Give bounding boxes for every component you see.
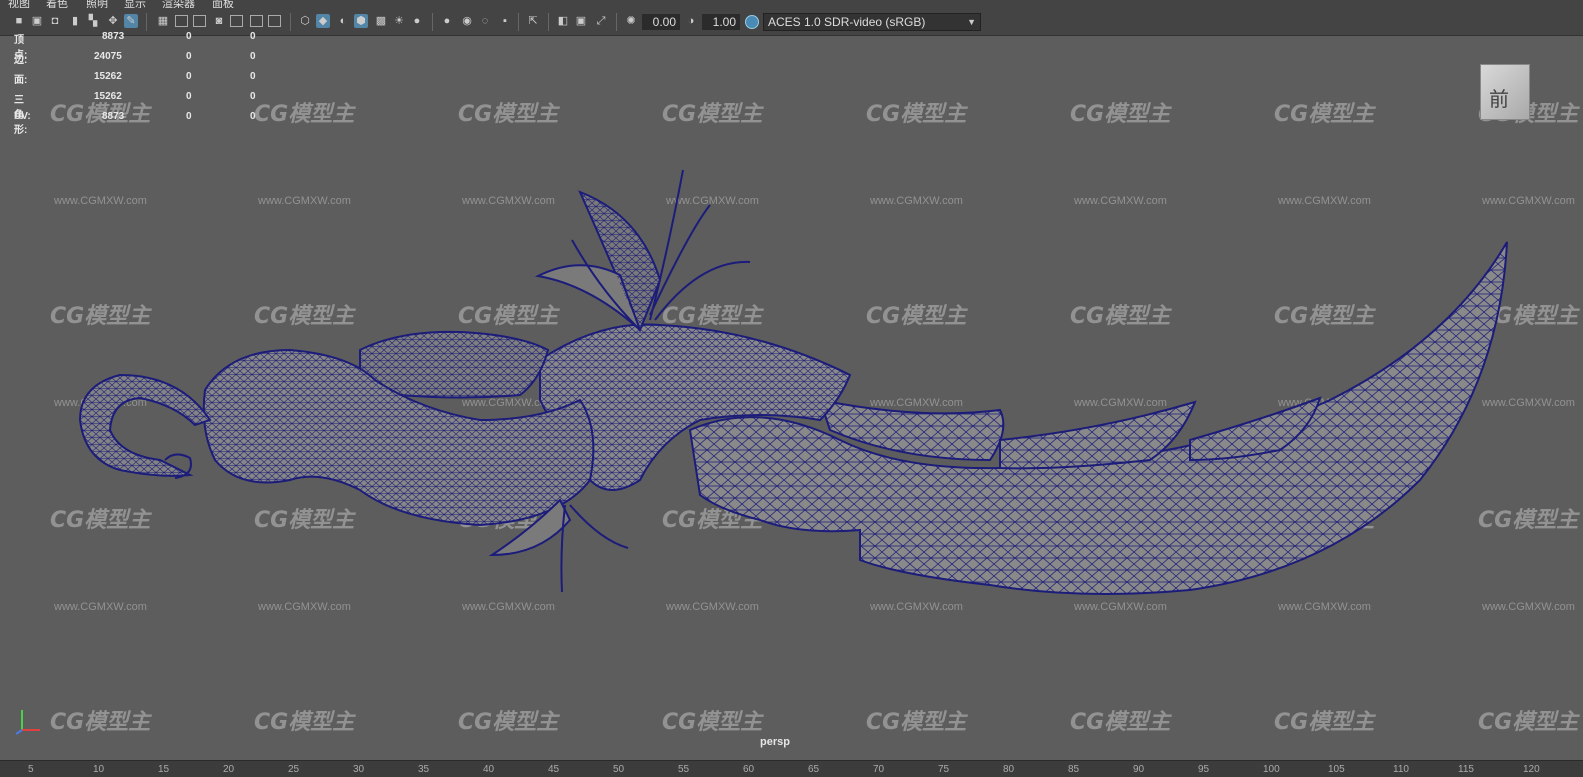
timeline-tick-label: 115	[1458, 764, 1474, 775]
gate-mask-icon[interactable]: ◙	[212, 14, 226, 28]
timeline-tick-label: 120	[1523, 764, 1540, 775]
timeline-tick-label: 25	[288, 764, 300, 775]
menu-panels[interactable]: 面板	[212, 0, 234, 8]
camera-select-icon[interactable]: ■	[12, 14, 26, 28]
timeline-tick-label: 30	[353, 764, 365, 775]
xray-icon[interactable]: ◧	[556, 14, 570, 28]
gamma-field[interactable]: 1.00	[702, 14, 740, 30]
grid-icon[interactable]: ▦	[156, 14, 170, 28]
toolbar-separator	[432, 13, 433, 31]
screen-space-ao-icon[interactable]: ●	[440, 14, 454, 28]
menu-bar: 视图 着色 照明 显示 渲染器 面板	[0, 0, 1583, 8]
axis-gizmo-icon	[15, 710, 40, 735]
pan-zoom-icon[interactable]: ✥	[106, 14, 120, 28]
view-transform-value: ACES 1.0 SDR-video (sRGB)	[768, 15, 926, 29]
timeline-tick-label: 60	[743, 764, 755, 775]
timeline-tick-label: 5	[28, 764, 34, 775]
menu-lighting[interactable]: 照明	[86, 0, 108, 8]
film-gate-icon[interactable]	[175, 15, 188, 27]
field-chart-icon[interactable]	[230, 15, 243, 27]
timeline-tick-label: 105	[1328, 764, 1345, 775]
motion-blur-icon[interactable]: ◉	[460, 14, 474, 28]
bookmark-camera-icon[interactable]: ◘	[48, 14, 62, 28]
timeline-tick-label: 50	[613, 764, 625, 775]
grease-pencil-icon[interactable]: ✎	[124, 14, 138, 28]
exposure-icon[interactable]: ✺	[624, 14, 638, 28]
wireframe-icon[interactable]: ⬡	[298, 14, 312, 28]
timeline-tick-label: 55	[678, 764, 690, 775]
timeline-tick-label: 20	[223, 764, 235, 775]
textured-icon[interactable]: ▩	[374, 14, 388, 28]
menu-view[interactable]: 视图	[8, 0, 30, 8]
use-all-lights-icon[interactable]: ☀	[392, 14, 406, 28]
toolbar-separator	[518, 13, 519, 31]
camera-attributes-icon[interactable]: ▣	[30, 14, 44, 28]
timeline-tick-label: 75	[938, 764, 950, 775]
gamma-icon[interactable]: ◑	[684, 14, 698, 28]
safe-title-icon[interactable]	[268, 15, 281, 27]
menu-shading[interactable]: 着色	[46, 0, 68, 8]
timeline-tick-label: 10	[93, 764, 105, 775]
timeline-tick-label: 45	[548, 764, 560, 775]
timeline-tick-label: 100	[1263, 764, 1280, 775]
multisample-aa-icon[interactable]: ◌	[478, 14, 492, 28]
wireframe-on-shaded-icon[interactable]: ⬢	[354, 14, 368, 28]
timeline-tick-label: 110	[1393, 764, 1409, 775]
timeline-tick-label: 95	[1198, 764, 1210, 775]
3d-viewport[interactable]: CG模型主 www.CGMXW.com CG模型主 www.CGMXW.com CG模型…	[0, 31, 1583, 756]
smooth-shade-icon[interactable]: ◆	[316, 14, 330, 28]
viewcube[interactable]: 前	[1480, 64, 1530, 120]
toolbar-separator	[290, 13, 291, 31]
depth-of-field-icon[interactable]: ▪	[498, 14, 512, 28]
timeline-tick-label: 70	[873, 764, 885, 775]
isolate-select-icon[interactable]: ⇱	[526, 14, 540, 28]
xray-components-icon[interactable]: ⤢	[594, 14, 608, 28]
toolbar-separator	[616, 13, 617, 31]
time-slider[interactable]: 5 10 15 20 25 30 35 40 45 50 55 60 65 70 75 80 85 90 95 100…	[0, 760, 1583, 777]
chevron-down-icon: ▼	[967, 17, 976, 27]
sword-wireframe-mesh[interactable]	[0, 36, 1583, 756]
timeline-tick-label: 90	[1133, 764, 1145, 775]
menu-renderer[interactable]: 渲染器	[162, 0, 195, 8]
image-plane-icon[interactable]: ▚	[86, 14, 100, 28]
timeline-tick-label: 85	[1068, 764, 1080, 775]
toolbar-separator	[548, 13, 549, 31]
panel-toolbar: ■ ▣ ◘ ▮ ▚ ✥ ✎ ▦ ◙ ⬡ ◆ ◐ ⬢ ▩ ☀ ● ● ◉ ◌ ▪ …	[0, 8, 1583, 36]
default-material-icon[interactable]: ◐	[336, 14, 350, 28]
timeline-tick-label: 80	[1003, 764, 1015, 775]
shadows-icon[interactable]: ●	[410, 14, 424, 28]
menu-show[interactable]: 显示	[124, 0, 146, 8]
timeline-tick-label: 65	[808, 764, 820, 775]
exposure-field[interactable]: 0.00	[642, 14, 680, 30]
camera-name-label: persp	[760, 736, 790, 748]
bookmark-icon[interactable]: ▮	[68, 14, 82, 28]
timeline-tick-label: 35	[418, 764, 430, 775]
toolbar-separator	[146, 13, 147, 31]
viewcube-front-face[interactable]: 前	[1489, 83, 1509, 112]
resolution-gate-icon[interactable]	[193, 15, 206, 27]
safe-action-icon[interactable]	[250, 15, 263, 27]
timeline-tick-label: 40	[483, 764, 495, 775]
view-transform-dropdown[interactable]: ACES 1.0 SDR-video (sRGB) ▼	[763, 13, 981, 31]
color-management-icon[interactable]	[745, 15, 759, 29]
xray-joints-icon[interactable]: ▣	[574, 14, 588, 28]
timeline-tick-label: 15	[158, 764, 170, 775]
